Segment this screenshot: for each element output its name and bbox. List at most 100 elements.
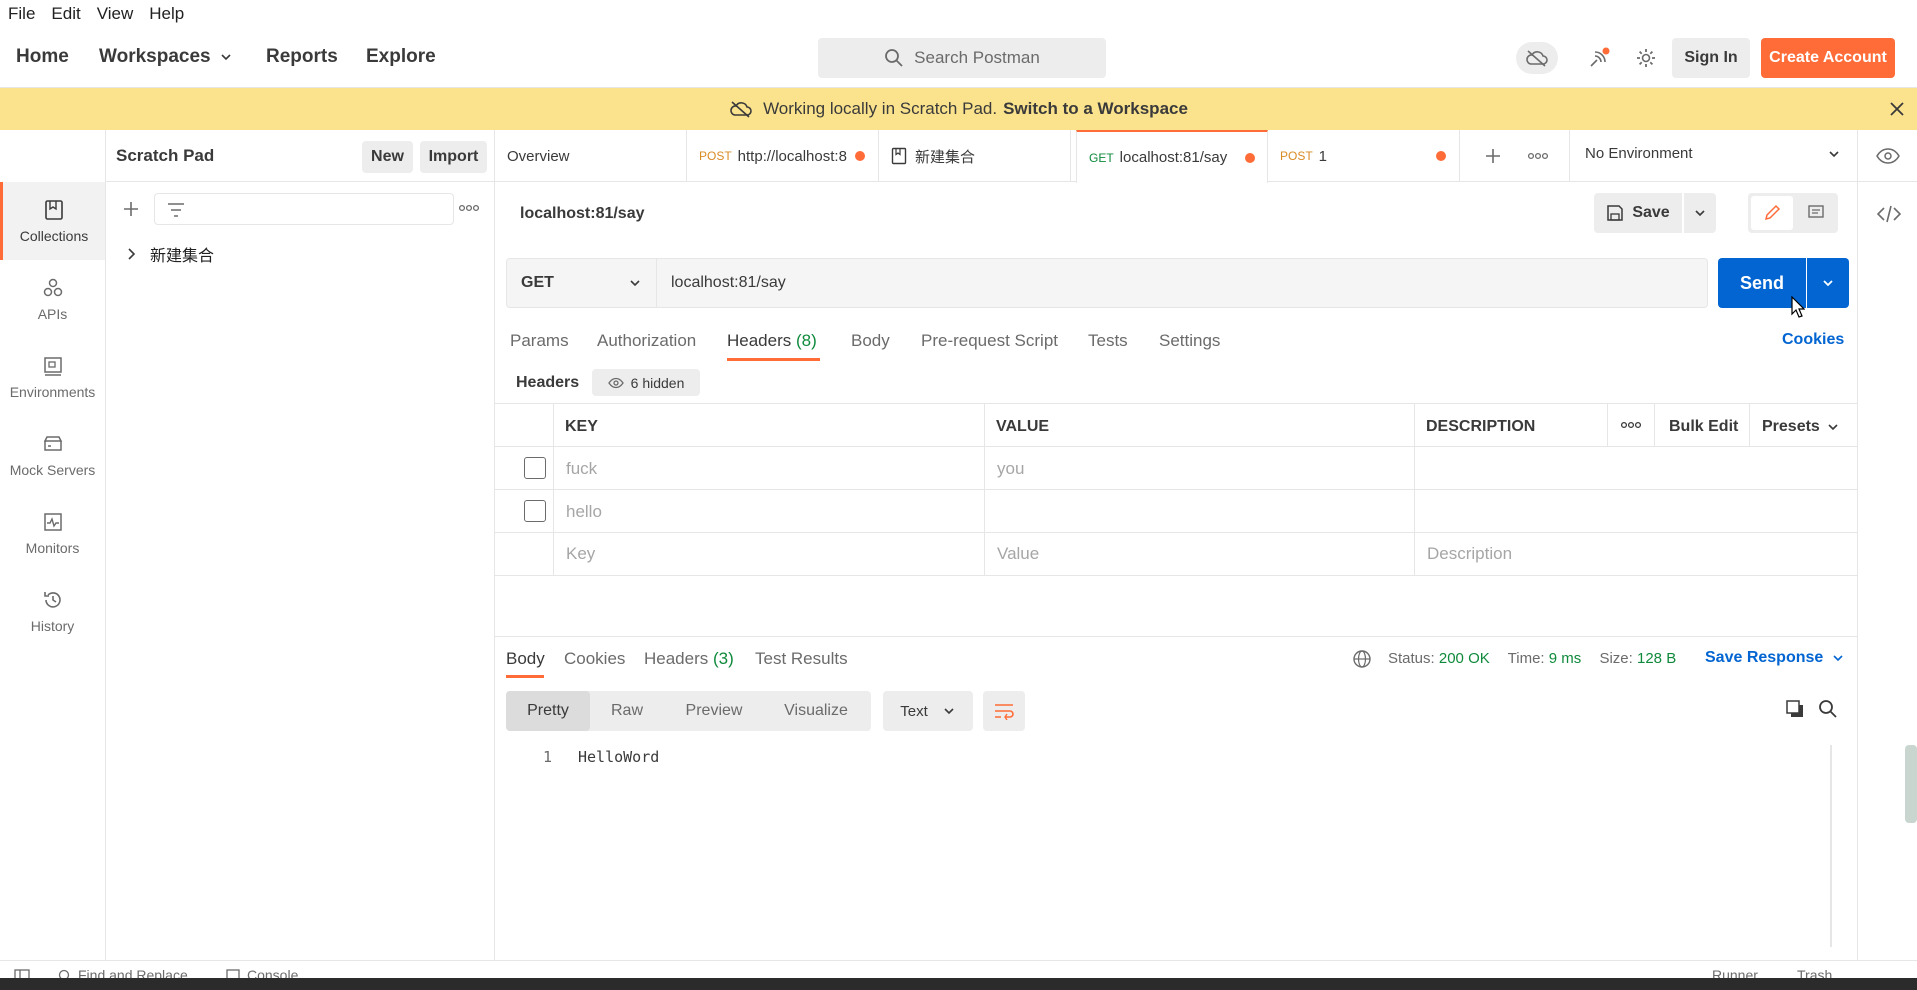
row-checkbox[interactable] — [524, 457, 546, 479]
response-body-text[interactable]: HelloWord — [578, 748, 659, 766]
row-checkbox[interactable] — [524, 500, 546, 522]
send-options-button[interactable] — [1807, 258, 1849, 308]
header-value[interactable]: you — [997, 459, 1024, 479]
comments-button[interactable] — [1796, 196, 1836, 230]
filter-input[interactable] — [154, 193, 454, 225]
rail-apis-label: APIs — [37, 305, 68, 322]
new-value-input[interactable]: Value — [997, 544, 1039, 564]
eye-icon[interactable] — [1876, 147, 1900, 165]
notifications-button[interactable] — [1584, 38, 1614, 78]
menu-help[interactable]: Help — [149, 4, 184, 24]
collection-tree-item[interactable]: 新建集合 — [126, 242, 214, 266]
view-raw[interactable]: Raw — [590, 691, 664, 731]
response-tab-headers[interactable]: Headers (3) — [644, 649, 734, 669]
tab-tests[interactable]: Tests — [1088, 331, 1128, 351]
environment-selector[interactable]: No Environment — [1585, 145, 1841, 162]
nav-explore[interactable]: Explore — [366, 46, 436, 68]
tab-headers[interactable]: Headers (8) — [727, 331, 817, 351]
view-preview[interactable]: Preview — [664, 691, 764, 731]
close-icon[interactable] — [1889, 101, 1905, 117]
chevron-down-icon — [1695, 210, 1705, 217]
size-value[interactable]: 128 B — [1637, 650, 1676, 667]
copy-icon[interactable] — [1785, 699, 1805, 719]
save-response-button[interactable]: Save Response — [1705, 649, 1845, 667]
create-account-button[interactable]: Create Account — [1761, 38, 1895, 78]
time-value[interactable]: 9 ms — [1549, 650, 1582, 667]
rail-history[interactable]: History — [0, 572, 105, 650]
response-tab-body[interactable]: Body — [506, 649, 545, 669]
rail-monitors[interactable]: Monitors — [0, 494, 105, 572]
hidden-headers-toggle[interactable]: 6 hidden — [592, 369, 700, 396]
url-input[interactable]: localhost:81/say — [671, 274, 786, 292]
menu-edit[interactable]: Edit — [51, 4, 80, 24]
response-tab-test-results[interactable]: Test Results — [755, 649, 848, 669]
edit-mode-button[interactable] — [1751, 196, 1793, 230]
tab-body[interactable]: Body — [851, 331, 890, 351]
nav-home[interactable]: Home — [16, 46, 69, 68]
tab-prerequest-script[interactable]: Pre-request Script — [921, 331, 1058, 351]
rail-apis[interactable]: APIs — [0, 260, 105, 338]
sync-status-button[interactable] — [1516, 42, 1558, 74]
tab-get-say-active[interactable]: GET localhost:81/say — [1076, 130, 1268, 183]
nav-reports[interactable]: Reports — [266, 46, 338, 68]
header-key[interactable]: hello — [566, 502, 602, 522]
search-icon[interactable] — [1818, 699, 1838, 719]
plus-icon[interactable] — [122, 200, 140, 218]
code-icon[interactable] — [1877, 205, 1901, 223]
save-button[interactable]: Save — [1594, 193, 1682, 233]
tab-collection[interactable]: 新建集合 — [879, 130, 1071, 182]
tab-label: http://localhost:8 — [737, 147, 847, 165]
tab-authorization[interactable]: Authorization — [597, 331, 696, 351]
rail-collections[interactable]: Collections — [0, 182, 105, 260]
format-select[interactable]: Text — [883, 691, 973, 731]
save-label: Save — [1632, 204, 1670, 221]
menu-file[interactable]: File — [8, 4, 35, 24]
active-tab-indicator — [727, 358, 820, 361]
search-bar[interactable]: Search Postman — [818, 38, 1106, 78]
response-meta: Status: 200 OK Time: 9 ms Size: 128 B — [1388, 650, 1676, 667]
view-pretty[interactable]: Pretty — [506, 691, 590, 731]
wrap-lines-button[interactable] — [983, 691, 1025, 731]
presets-dropdown[interactable]: Presets — [1762, 418, 1840, 436]
new-description-input[interactable]: Description — [1427, 544, 1512, 564]
tab-settings[interactable]: Settings — [1159, 331, 1220, 351]
environments-icon — [43, 356, 62, 376]
tab-post-localhost[interactable]: POST http://localhost:8 — [687, 130, 879, 182]
sidebar-toggle-icon[interactable] — [14, 969, 30, 978]
sign-in-button[interactable]: Sign In — [1672, 38, 1750, 78]
response-tab-cookies[interactable]: Cookies — [564, 649, 625, 669]
side-widget-handle[interactable] — [1905, 745, 1917, 823]
import-button[interactable]: Import — [420, 141, 487, 173]
plus-icon[interactable] — [1484, 147, 1502, 165]
tab-post-1[interactable]: POST 1 — [1268, 130, 1460, 182]
chevron-down-icon — [1828, 424, 1838, 431]
rail-environments[interactable]: Environments — [0, 338, 105, 416]
more-options-icon[interactable] — [1620, 421, 1642, 429]
more-options-icon[interactable] — [1527, 152, 1549, 160]
scratch-pad-banner: Working locally in Scratch Pad. Switch t… — [0, 88, 1917, 130]
scrollbar-track[interactable] — [1830, 745, 1832, 947]
cookies-link[interactable]: Cookies — [1782, 331, 1844, 349]
menu-view[interactable]: View — [97, 4, 134, 24]
switch-workspace-link[interactable]: Switch to a Workspace — [1003, 99, 1188, 119]
save-options-button[interactable] — [1684, 193, 1716, 233]
more-options-icon[interactable] — [458, 204, 480, 212]
tab-label: 新建集合 — [915, 148, 976, 166]
nav-workspaces[interactable]: Workspaces — [99, 46, 233, 68]
divider — [1569, 130, 1570, 182]
view-visualize[interactable]: Visualize — [764, 691, 868, 731]
status-value[interactable]: 200 OK — [1439, 650, 1490, 667]
new-key-input[interactable]: Key — [566, 544, 595, 564]
new-button[interactable]: New — [362, 141, 413, 173]
tab-params[interactable]: Params — [510, 331, 569, 351]
trash-button[interactable]: Trash — [1797, 967, 1832, 978]
header-key[interactable]: fuck — [566, 459, 597, 479]
tab-overview[interactable]: Overview — [495, 130, 687, 182]
console-button[interactable]: Console — [247, 967, 298, 978]
bulk-edit-button[interactable]: Bulk Edit — [1669, 418, 1738, 436]
settings-button[interactable] — [1631, 38, 1661, 78]
rail-mock-servers[interactable]: Mock Servers — [0, 416, 105, 494]
runner-button[interactable]: Runner — [1712, 967, 1758, 978]
method-select[interactable]: GET — [507, 259, 657, 307]
find-replace-button[interactable]: Find and Replace — [78, 967, 188, 978]
